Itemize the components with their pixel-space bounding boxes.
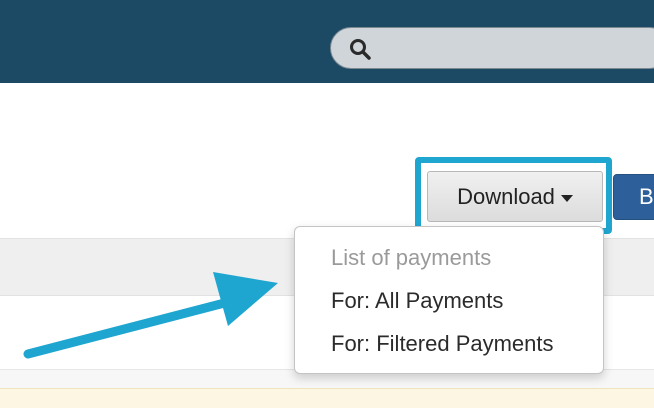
top-navbar (0, 0, 654, 83)
download-dropdown-menu: List of payments For: All Payments For: … (294, 226, 604, 374)
primary-action-button[interactable]: B (613, 174, 654, 220)
menu-item-all-payments[interactable]: For: All Payments (331, 288, 503, 314)
dropdown-header: List of payments (331, 245, 492, 270)
notice-strip (0, 388, 654, 408)
menu-item-filtered-payments[interactable]: For: Filtered Payments (331, 331, 554, 357)
primary-action-button-label: B (639, 184, 654, 209)
page: Download B List of payments For: All Pay… (0, 0, 654, 408)
search-input[interactable] (381, 34, 654, 64)
search-icon[interactable] (349, 38, 371, 60)
search-box[interactable] (330, 27, 654, 69)
caret-down-icon (560, 194, 573, 202)
download-button[interactable]: Download (427, 171, 603, 222)
download-button-label: Download (457, 183, 555, 209)
